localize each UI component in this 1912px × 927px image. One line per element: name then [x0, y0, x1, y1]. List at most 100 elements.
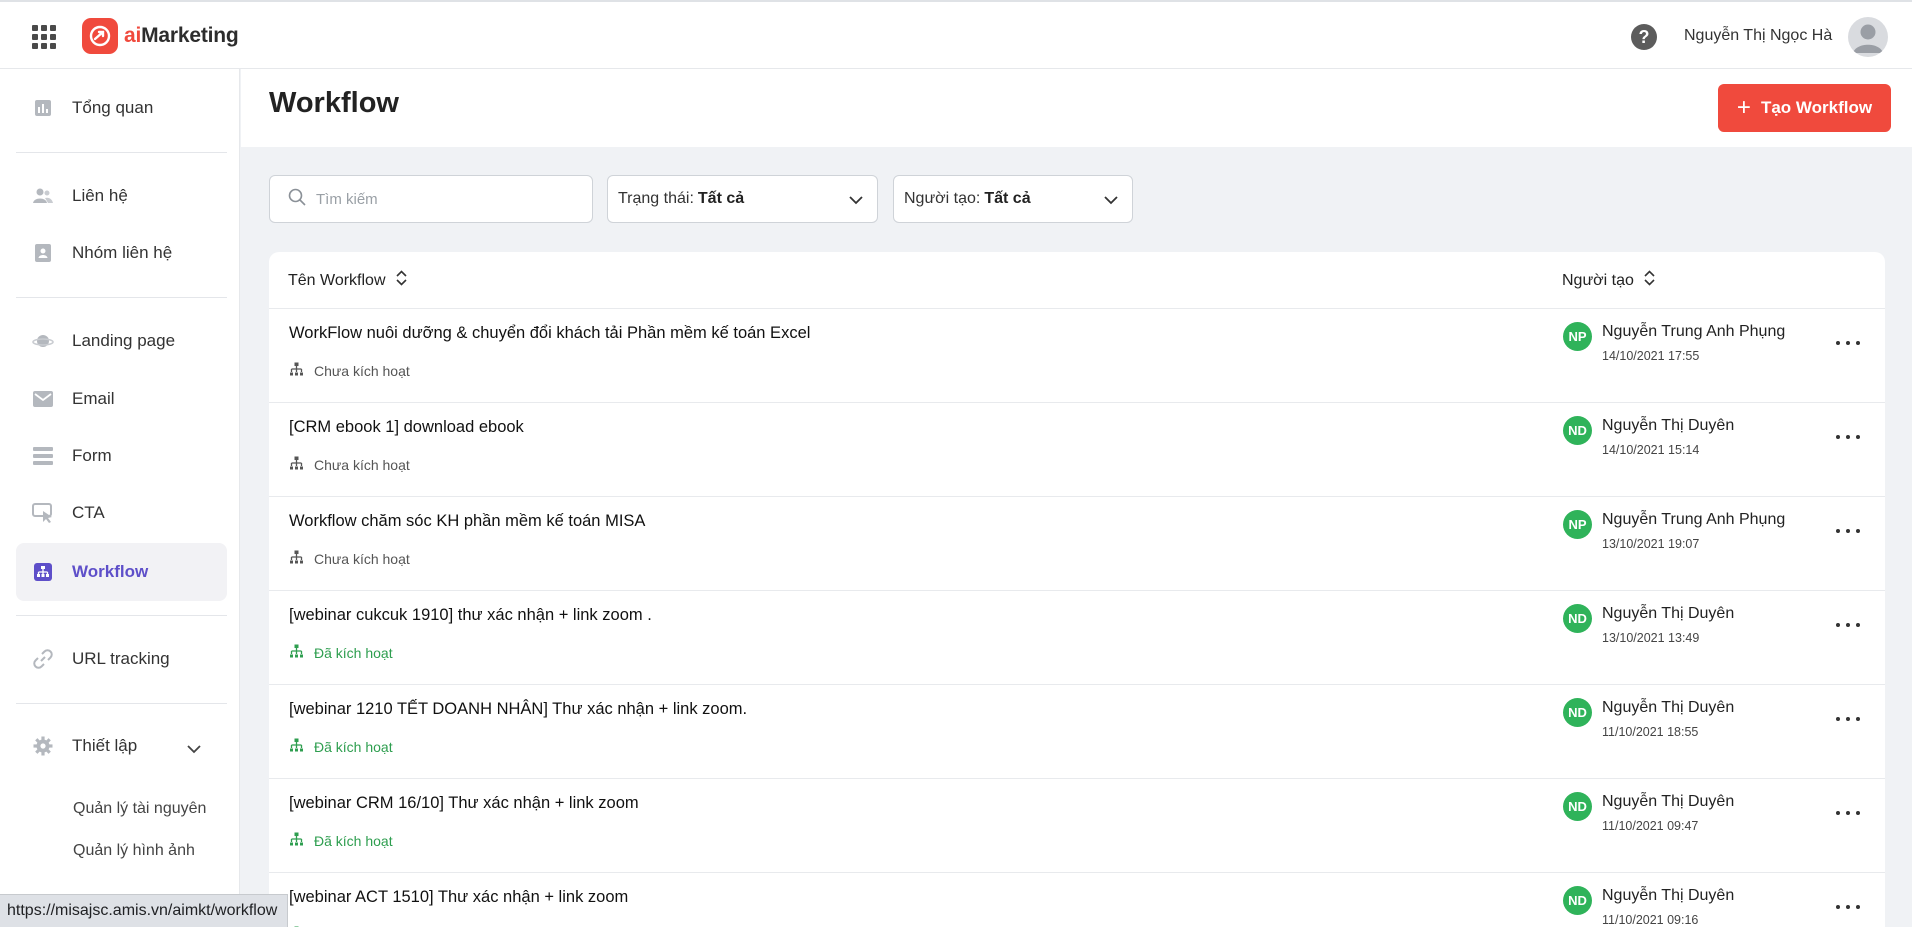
divider	[16, 703, 227, 704]
page-title: Workflow	[269, 87, 399, 119]
creator-filter-dropdown[interactable]: Người tạo: Tất cả	[893, 175, 1133, 223]
creator-name: Nguyễn Thị Duyên	[1602, 605, 1735, 622]
search-icon	[288, 188, 306, 211]
workflow-status: Đã kích hoạt	[289, 644, 393, 662]
table-row[interactable]: [webinar cukcuk 1910] thư xác nhận + lin…	[269, 591, 1885, 685]
search-box	[269, 175, 593, 223]
workflow-name[interactable]: [webinar cukcuk 1910] thư xác nhận + lin…	[289, 606, 652, 625]
sort-icon	[395, 270, 407, 291]
contacts-icon	[32, 185, 54, 207]
creator-avatar: NP	[1563, 322, 1592, 351]
table-row[interactable]: [webinar 1210 TẾT DOANH NHÂN] Thư xác nh…	[269, 685, 1885, 779]
sidebar-subitem-resources[interactable]: Quản lý tài nguyên	[73, 800, 206, 818]
status-filter-dropdown[interactable]: Trạng thái: Tất cả	[607, 175, 878, 223]
gear-icon	[32, 735, 54, 757]
divider	[16, 615, 227, 616]
sidebar-subitem-images[interactable]: Quản lý hình ảnh	[73, 842, 195, 860]
creator-name: Nguyễn Trung Anh Phụng	[1602, 511, 1786, 528]
creator-filter-label: Người tạo:	[904, 190, 981, 207]
cta-icon	[32, 502, 54, 524]
user-name[interactable]: Nguyễn Thị Ngọc Hà	[1684, 27, 1832, 45]
form-icon	[32, 445, 54, 467]
sidebar-item-label: Form	[72, 446, 112, 465]
column-header-creator[interactable]: Người tạo	[1562, 270, 1655, 291]
workflow-status: Chưa kích hoạt	[289, 550, 410, 568]
help-icon[interactable]: ?	[1631, 24, 1657, 50]
workflow-status-icon	[289, 832, 304, 850]
created-time: 13/10/2021 13:49	[1602, 631, 1700, 645]
sidebar-item-label: Email	[72, 389, 115, 408]
link-icon	[32, 648, 54, 670]
workflow-name[interactable]: Workflow chăm sóc KH phần mềm kế toán MI…	[289, 512, 645, 531]
creator-avatar: NP	[1563, 510, 1592, 539]
sidebar-item-contacts[interactable]: Liên hệ	[16, 167, 227, 225]
creator-name: Nguyễn Thị Duyên	[1602, 699, 1735, 716]
creator-avatar: ND	[1563, 416, 1592, 445]
sidebar-item-label: CTA	[72, 503, 105, 522]
more-actions-icon[interactable]	[1836, 524, 1860, 538]
sidebar-item-landing-page[interactable]: Landing page	[16, 312, 227, 370]
chevron-down-icon	[849, 192, 863, 210]
creator-name: Nguyễn Thị Duyên	[1602, 793, 1735, 810]
sidebar-item-email[interactable]: Email	[16, 370, 227, 428]
sidebar-item-label: Nhóm liên hệ	[72, 243, 173, 262]
planet-icon	[32, 330, 54, 352]
workflow-name[interactable]: [webinar CRM 16/10] Thư xác nhận + link …	[289, 794, 639, 813]
workflow-status-icon	[289, 456, 304, 474]
column-header-name[interactable]: Tên Workflow	[288, 270, 407, 291]
page-header: Workflow + Tạo Workflow	[241, 69, 1912, 147]
divider	[16, 297, 227, 298]
sidebar-item-label: Liên hệ	[72, 186, 128, 205]
creator-filter-value: Tất cả	[984, 190, 1031, 207]
creator-avatar: ND	[1563, 604, 1592, 633]
workflow-status: Đã kích hoạt	[289, 738, 393, 756]
workflow-table: Tên Workflow Người tạo WorkFlow nuôi dưỡ…	[269, 252, 1885, 927]
more-actions-icon[interactable]	[1836, 336, 1860, 350]
sidebar-item-cta[interactable]: CTA	[16, 484, 227, 542]
more-actions-icon[interactable]	[1836, 900, 1860, 914]
sidebar-item-contact-groups[interactable]: Nhóm liên hệ	[16, 224, 227, 282]
brand-name: aiMarketing	[124, 24, 239, 47]
chevron-down-icon[interactable]	[187, 741, 201, 759]
status-bar-url: https://misajsc.amis.vn/aimkt/workflow	[0, 894, 289, 927]
workflow-status: Đã kích hoạt	[289, 832, 393, 850]
create-workflow-button[interactable]: + Tạo Workflow	[1718, 84, 1891, 132]
more-actions-icon[interactable]	[1836, 618, 1860, 632]
table-row[interactable]: [CRM ebook 1] download ebook Chưa kích ho…	[269, 403, 1885, 497]
contact-group-icon	[32, 242, 54, 264]
workflow-name[interactable]: [webinar ACT 1510] Thư xác nhận + link z…	[289, 888, 628, 907]
user-avatar[interactable]	[1848, 17, 1888, 57]
table-row[interactable]: Workflow chăm sóc KH phần mềm kế toán MI…	[269, 497, 1885, 591]
more-actions-icon[interactable]	[1836, 806, 1860, 820]
more-actions-icon[interactable]	[1836, 430, 1860, 444]
table-row[interactable]: [webinar CRM 16/10] Thư xác nhận + link …	[269, 779, 1885, 873]
creator-name: Nguyễn Trung Anh Phụng	[1602, 323, 1786, 340]
chevron-down-icon	[1104, 192, 1118, 210]
workflow-status-icon	[289, 644, 304, 662]
workflow-name[interactable]: [webinar 1210 TẾT DOANH NHÂN] Thư xác nh…	[289, 700, 747, 719]
table-row[interactable]: WorkFlow nuôi dưỡng & chuyển đổi khách t…	[269, 309, 1885, 403]
sidebar-item-label: Thiết lập	[72, 736, 138, 755]
created-time: 11/10/2021 09:47	[1602, 819, 1699, 833]
envelope-icon	[32, 388, 54, 410]
created-time: 11/10/2021 18:55	[1602, 725, 1699, 739]
table-header: Tên Workflow Người tạo	[269, 252, 1885, 309]
sidebar-item-workflow[interactable]: Workflow	[16, 543, 227, 601]
status-filter-value: Tất cả	[697, 190, 745, 207]
table-row[interactable]: [webinar ACT 1510] Thư xác nhận + link z…	[269, 873, 1885, 927]
create-workflow-label: Tạo Workflow	[1760, 98, 1873, 117]
workflow-icon	[32, 561, 54, 583]
sidebar-item-url-tracking[interactable]: URL tracking	[16, 630, 227, 688]
created-time: 14/10/2021 17:55	[1602, 349, 1700, 363]
creator-name: Nguyễn Thị Duyên	[1602, 417, 1735, 434]
brand-mark-icon	[82, 18, 118, 54]
more-actions-icon[interactable]	[1836, 712, 1860, 726]
apps-grid-icon[interactable]	[32, 25, 56, 49]
workflow-status-icon	[289, 738, 304, 756]
sidebar-item-form[interactable]: Form	[16, 427, 227, 485]
brand-logo[interactable]: aiMarketing	[82, 18, 239, 54]
workflow-name[interactable]: [CRM ebook 1] download ebook	[289, 418, 524, 437]
search-input[interactable]	[316, 190, 576, 208]
sidebar-item-overview[interactable]: Tổng quan	[16, 79, 227, 137]
workflow-name[interactable]: WorkFlow nuôi dưỡng & chuyển đổi khách t…	[289, 324, 810, 343]
